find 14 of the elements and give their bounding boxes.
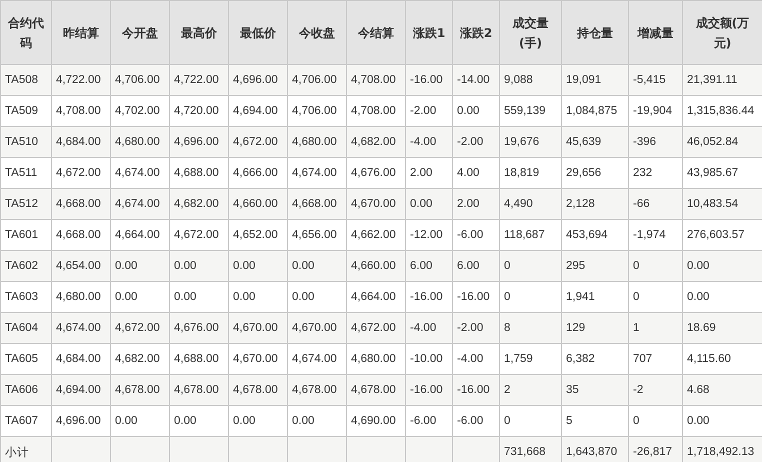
column-header: 今收盘 xyxy=(288,0,346,64)
subtotal-label: 小计 xyxy=(0,436,52,462)
column-header: 今开盘 xyxy=(110,0,170,64)
column-header: 今结算 xyxy=(346,0,406,64)
column-header: 昨结算 xyxy=(52,0,110,64)
column-header: 成交量(手) xyxy=(500,0,562,64)
column-header: 涨跌1 xyxy=(406,0,452,64)
column-header: 涨跌2 xyxy=(452,0,500,64)
column-header: 合约代码 xyxy=(0,0,52,64)
column-header: 持仓量 xyxy=(562,0,628,64)
column-header: 增减量 xyxy=(628,0,682,64)
column-header: 最高价 xyxy=(170,0,228,64)
column-header: 成交额(万元) xyxy=(682,0,762,64)
column-header: 最低价 xyxy=(228,0,288,64)
